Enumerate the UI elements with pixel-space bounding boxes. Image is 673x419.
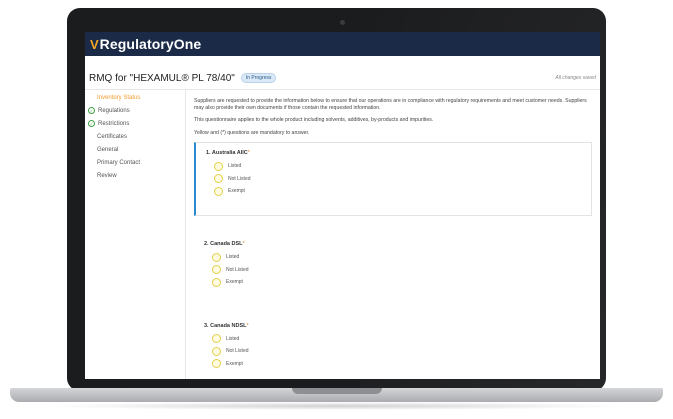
sidebar-item-restrictions[interactable]: ✓ Restrictions (85, 117, 185, 130)
option-listed[interactable]: Listed (204, 333, 582, 346)
radio-button[interactable] (214, 186, 223, 196)
check-circle-icon: ✓ (88, 107, 95, 114)
radio-button[interactable] (214, 174, 223, 184)
radio-button[interactable] (212, 334, 221, 344)
radio-button[interactable] (212, 252, 221, 262)
sidebar-item-label: Inventory Status (97, 94, 141, 101)
app-header: V RegulatoryOne (85, 32, 600, 56)
radio-button[interactable] (212, 277, 221, 287)
sidebar: Inventory Status ✓ Regulations ✓ Restric… (85, 90, 186, 379)
option-label: Not Listed (228, 175, 251, 182)
page-title: RMQ for "HEXAMUL® PL 78/40" (89, 72, 235, 84)
required-marker: * (246, 322, 249, 329)
laptop-base-notch (292, 388, 382, 394)
question-title-text: 1. Australia AIIC (206, 150, 248, 156)
sidebar-item-review[interactable]: Review (85, 169, 185, 182)
webcam (340, 20, 345, 25)
save-status: All changes saved (555, 75, 596, 81)
main-content: Suppliers are requested to provide the i… (186, 90, 600, 379)
laptop-screen: V RegulatoryOne RMQ for "HEXAMUL® PL 78/… (85, 32, 600, 379)
radio-button[interactable] (212, 346, 221, 356)
sidebar-item-regulations[interactable]: ✓ Regulations (85, 104, 185, 117)
sidebar-item-inventory-status[interactable]: Inventory Status (85, 91, 185, 104)
required-marker: * (242, 241, 245, 247)
app-logo-text: RegulatoryOne (99, 36, 202, 52)
intro-mandatory-note: Yellow and (*) questions are mandatory t… (194, 129, 310, 136)
question-australia-aiic: 1. Australia AIIC* Listed Not Listed Exe… (194, 142, 592, 216)
option-label: Listed (228, 163, 242, 170)
sidebar-item-label: Primary Contact (97, 159, 141, 166)
sidebar-item-certificates[interactable]: Certificates (85, 130, 185, 143)
sidebar-item-label: Regulations (98, 107, 130, 114)
status-badge: In Progress (240, 73, 277, 83)
sidebar-item-label: Restrictions (98, 120, 130, 127)
question-title: 1. Australia AIIC* (206, 150, 581, 156)
option-label: Not Listed (226, 348, 249, 355)
option-exempt[interactable]: Exempt (204, 358, 582, 371)
intro-scope: This questionnaire applies to the whole … (194, 117, 434, 123)
sidebar-item-label: Certificates (97, 133, 128, 140)
option-not-listed[interactable]: Not Listed (204, 264, 582, 277)
option-not-listed[interactable]: Not Listed (206, 173, 581, 186)
question-canada-ndsl: 3. Canada NDSL* Listed Not Listed Exempt (194, 316, 592, 380)
option-label: Exempt (226, 360, 243, 367)
option-label: Listed (226, 254, 240, 261)
question-title: 3. Canada NDSL* (204, 323, 582, 329)
option-exempt[interactable]: Exempt (206, 185, 581, 198)
option-exempt[interactable]: Exempt (204, 276, 582, 289)
body-area: Inventory Status ✓ Regulations ✓ Restric… (85, 90, 600, 379)
sidebar-item-general[interactable]: General (85, 143, 185, 156)
laptop-shadow (40, 402, 633, 410)
option-listed[interactable]: Listed (204, 251, 582, 264)
required-marker: * (247, 150, 250, 156)
question-canada-dsl: 2. Canada DSL* Listed Not Listed Exempt (194, 234, 592, 298)
option-not-listed[interactable]: Not Listed (204, 345, 582, 358)
option-label: Exempt (226, 279, 243, 286)
intro-paragraph: Suppliers are requested to provide the i… (194, 98, 587, 111)
question-title: 2. Canada DSL* (204, 241, 582, 247)
question-title-text: 2. Canada DSL (204, 241, 243, 247)
radio-button[interactable] (214, 161, 223, 171)
question-title-text: 3. Canada NDSL (204, 322, 247, 329)
sidebar-item-label: General (97, 146, 119, 153)
sidebar-item-primary-contact[interactable]: Primary Contact (85, 156, 185, 169)
logo-mark-icon: V (90, 36, 99, 52)
option-label: Not Listed (226, 266, 249, 273)
radio-button[interactable] (212, 359, 221, 369)
check-circle-icon: ✓ (88, 120, 95, 127)
radio-button[interactable] (212, 265, 221, 275)
option-listed[interactable]: Listed (206, 160, 581, 173)
option-label: Exempt (228, 188, 245, 195)
option-label: Listed (226, 335, 240, 342)
title-row: RMQ for "HEXAMUL® PL 78/40" In Progress … (85, 67, 600, 90)
sidebar-item-label: Review (97, 172, 117, 179)
